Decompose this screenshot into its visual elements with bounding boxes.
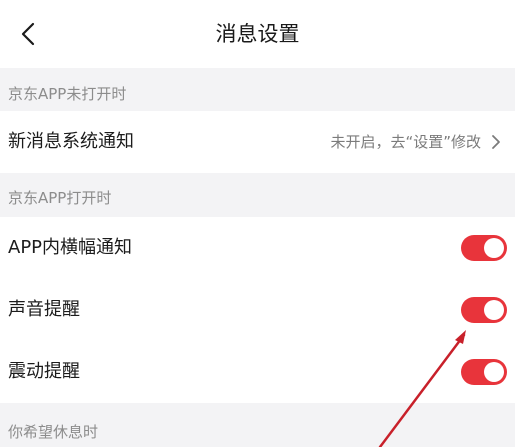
- row-sound-alert: 声音提醒: [0, 279, 515, 341]
- navigation-bar: 消息设置: [0, 0, 515, 68]
- in-app-banner-toggle[interactable]: [461, 235, 507, 261]
- vibration-alert-toggle[interactable]: [461, 359, 507, 385]
- row-label: APP内横幅通知: [8, 237, 133, 258]
- section-header-app-open: 京东APP打开时: [8, 189, 112, 207]
- row-label: 震动提醒: [8, 361, 80, 382]
- toggle-knob: [484, 300, 504, 320]
- row-system-notification[interactable]: 新消息系统通知 未开启，去“设置”修改: [0, 111, 515, 173]
- chevron-right-icon: [492, 135, 500, 149]
- sound-alert-toggle[interactable]: [461, 297, 507, 323]
- toggle-knob: [484, 362, 504, 382]
- row-label: 新消息系统通知: [8, 131, 134, 152]
- section-header-rest-time: 你希望休息时: [8, 423, 99, 441]
- page-title: 消息设置: [215, 22, 300, 46]
- row-vibration-alert: 震动提醒: [0, 341, 515, 403]
- toggle-knob: [484, 238, 504, 258]
- row-in-app-banner: APP内横幅通知: [0, 217, 515, 279]
- section-header-app-closed: 京东APP未打开时: [8, 85, 127, 103]
- message-settings-page: 消息设置 京东APP未打开时 新消息系统通知 未开启，去“设置”修改 京东APP…: [0, 0, 515, 447]
- row-label: 声音提醒: [8, 299, 80, 320]
- notification-status-link[interactable]: 未开启，去“设置”修改: [330, 111, 481, 173]
